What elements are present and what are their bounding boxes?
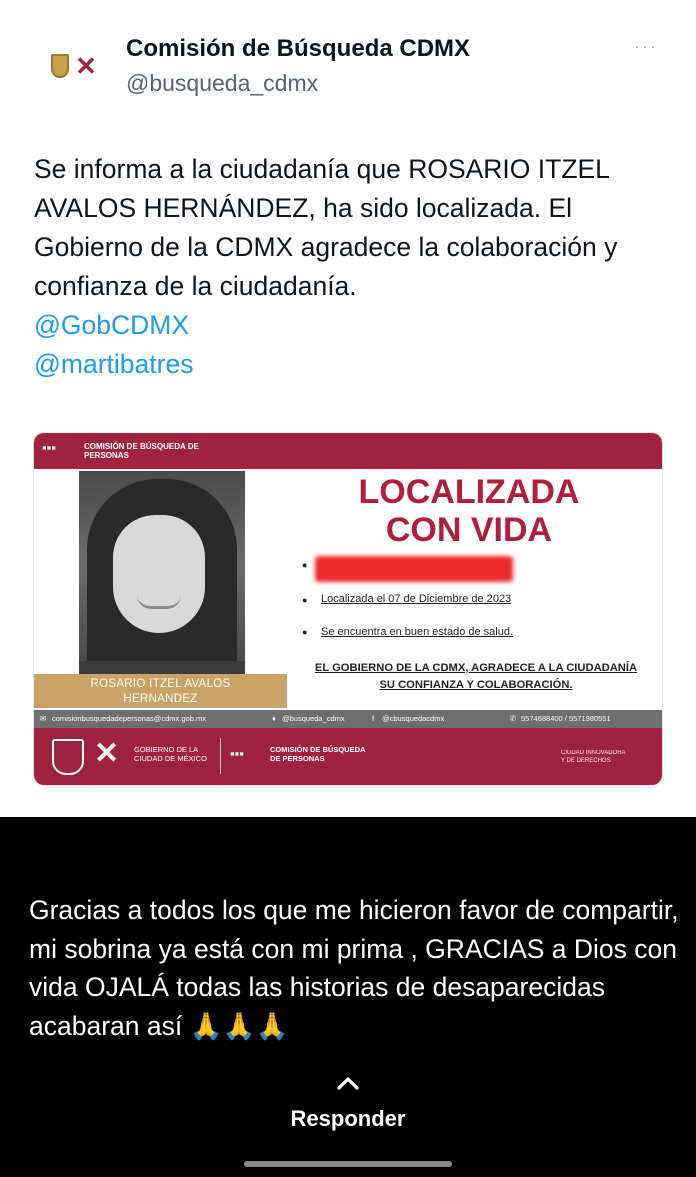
reply-button[interactable]: Responder <box>0 1106 696 1132</box>
mention-link[interactable]: @martibatres <box>34 345 674 384</box>
twitter-icon: ♦ <box>272 714 276 723</box>
org-bottom-label: COMISIÓN DE BÚSQUEDA DE PERSONAS <box>270 745 365 763</box>
cdmx-shield-icon <box>51 54 70 78</box>
account-handle[interactable]: @busqueda_cdmx <box>126 70 318 97</box>
card-headline: LOCALIZADA CON VIDA <box>334 473 604 549</box>
phone-icon: ✆ <box>510 714 517 723</box>
card-header: ▪▪▪ COMISIÓN DE BÚSQUEDA DE PERSONAS <box>34 433 662 469</box>
cdmx-shield-icon <box>52 739 84 775</box>
headline-line2: CON VIDA <box>385 511 553 549</box>
bullet-date: Localizada el 07 de Diciembre de 2023 <box>321 593 512 605</box>
thanks-line1: EL GOBIERNO DE LA CDMX, AGRADECE A LA CI… <box>314 662 638 674</box>
contact-facebook: @cbusquedacdmx <box>382 714 445 723</box>
bullet-dot: ● <box>302 595 308 605</box>
org-bottom-line2: DE PERSONAS <box>270 754 325 763</box>
mention-link[interactable]: @GobCDMX <box>34 306 674 345</box>
footer-divider <box>220 738 221 774</box>
tweet-image-card[interactable]: ▪▪▪ COMISIÓN DE BÚSQUEDA DE PERSONAS ROS… <box>34 433 662 785</box>
person-name-line1: ROSARIO ITZEL AVALOS <box>90 678 231 690</box>
story-caption: Gracias a todos los que me hicieron favo… <box>29 895 679 1041</box>
gob-line1: GOBIERNO DE LA <box>134 745 199 754</box>
account-avatar[interactable]: ✕ <box>34 30 114 102</box>
account-name[interactable]: Comisión de Búsqueda CDMX <box>126 35 470 63</box>
org-logo-icon: ▪▪▪ <box>42 440 56 455</box>
org-bottom-line1: COMISIÓN DE BÚSQUEDA <box>270 745 366 754</box>
tweet: ✕ Comisión de Búsqueda CDMX @busqueda_cd… <box>0 0 696 817</box>
person-name-line2: HERNANDEZ <box>123 693 198 705</box>
headline-line1: LOCALIZADA <box>358 473 580 511</box>
chevron-up-icon[interactable] <box>334 1073 362 1093</box>
card-thanks: EL GOBIERNO DE LA CDMX, AGRADECE A LA CI… <box>302 660 650 694</box>
thanks-line2: SU CONFIANZA Y COLABORACIÓN. <box>379 679 573 691</box>
person-name-band: ROSARIO ITZEL AVALOS HERNANDEZ <box>34 674 287 708</box>
bullet-dot: ● <box>302 560 308 570</box>
tweet-body: Se informa a la ciudadanía que ROSARIO I… <box>34 150 674 384</box>
card-footer: ✕ GOBIERNO DE LA CIUDAD DE MÉXICO ▪▪▪ CO… <box>34 728 662 785</box>
bullet-health: Se encuentra en buen estado de salud. <box>321 626 514 638</box>
cdmx-knot-logo-icon: ✕ <box>75 51 97 81</box>
redacted-info <box>315 556 513 582</box>
person-photo <box>79 471 245 707</box>
slogan-line1: CIUDAD INNOVADORA <box>561 750 626 756</box>
slogan-line2: Y DE DERECHOS <box>561 758 611 764</box>
mail-icon: ✉ <box>40 714 47 723</box>
gob-cdmx-label: GOBIERNO DE LA CIUDAD DE MÉXICO <box>134 745 207 763</box>
contact-email: comisionbusquedadepersonas@cdmx.gob.mx <box>52 714 206 723</box>
story-overlay: Gracias a todos los que me hicieron favo… <box>0 817 696 1177</box>
card-contact-bar: ✉ comisionbusquedadepersonas@cdmx.gob.mx… <box>34 710 662 728</box>
home-indicator[interactable] <box>244 1161 452 1167</box>
cdmx-slogan: CIUDAD INNOVADORA Y DE DERECHOS <box>561 749 626 765</box>
card-org-name: COMISIÓN DE BÚSQUEDA DE PERSONAS <box>84 442 199 460</box>
contact-twitter: @busqueda_cdmx <box>282 714 345 723</box>
contact-phones: 5574688400 / 5571980551 <box>521 714 611 723</box>
cdmx-knot-logo-icon: ✕ <box>94 737 120 770</box>
org-logo-icon: ▪▪▪ <box>230 746 244 761</box>
tweet-text: Se informa a la ciudadanía que ROSARIO I… <box>34 154 618 301</box>
more-icon[interactable]: ··· <box>634 36 658 57</box>
gob-line2: CIUDAD DE MÉXICO <box>134 754 207 763</box>
facebook-icon: f <box>372 714 375 723</box>
bullet-dot: ● <box>302 627 308 637</box>
